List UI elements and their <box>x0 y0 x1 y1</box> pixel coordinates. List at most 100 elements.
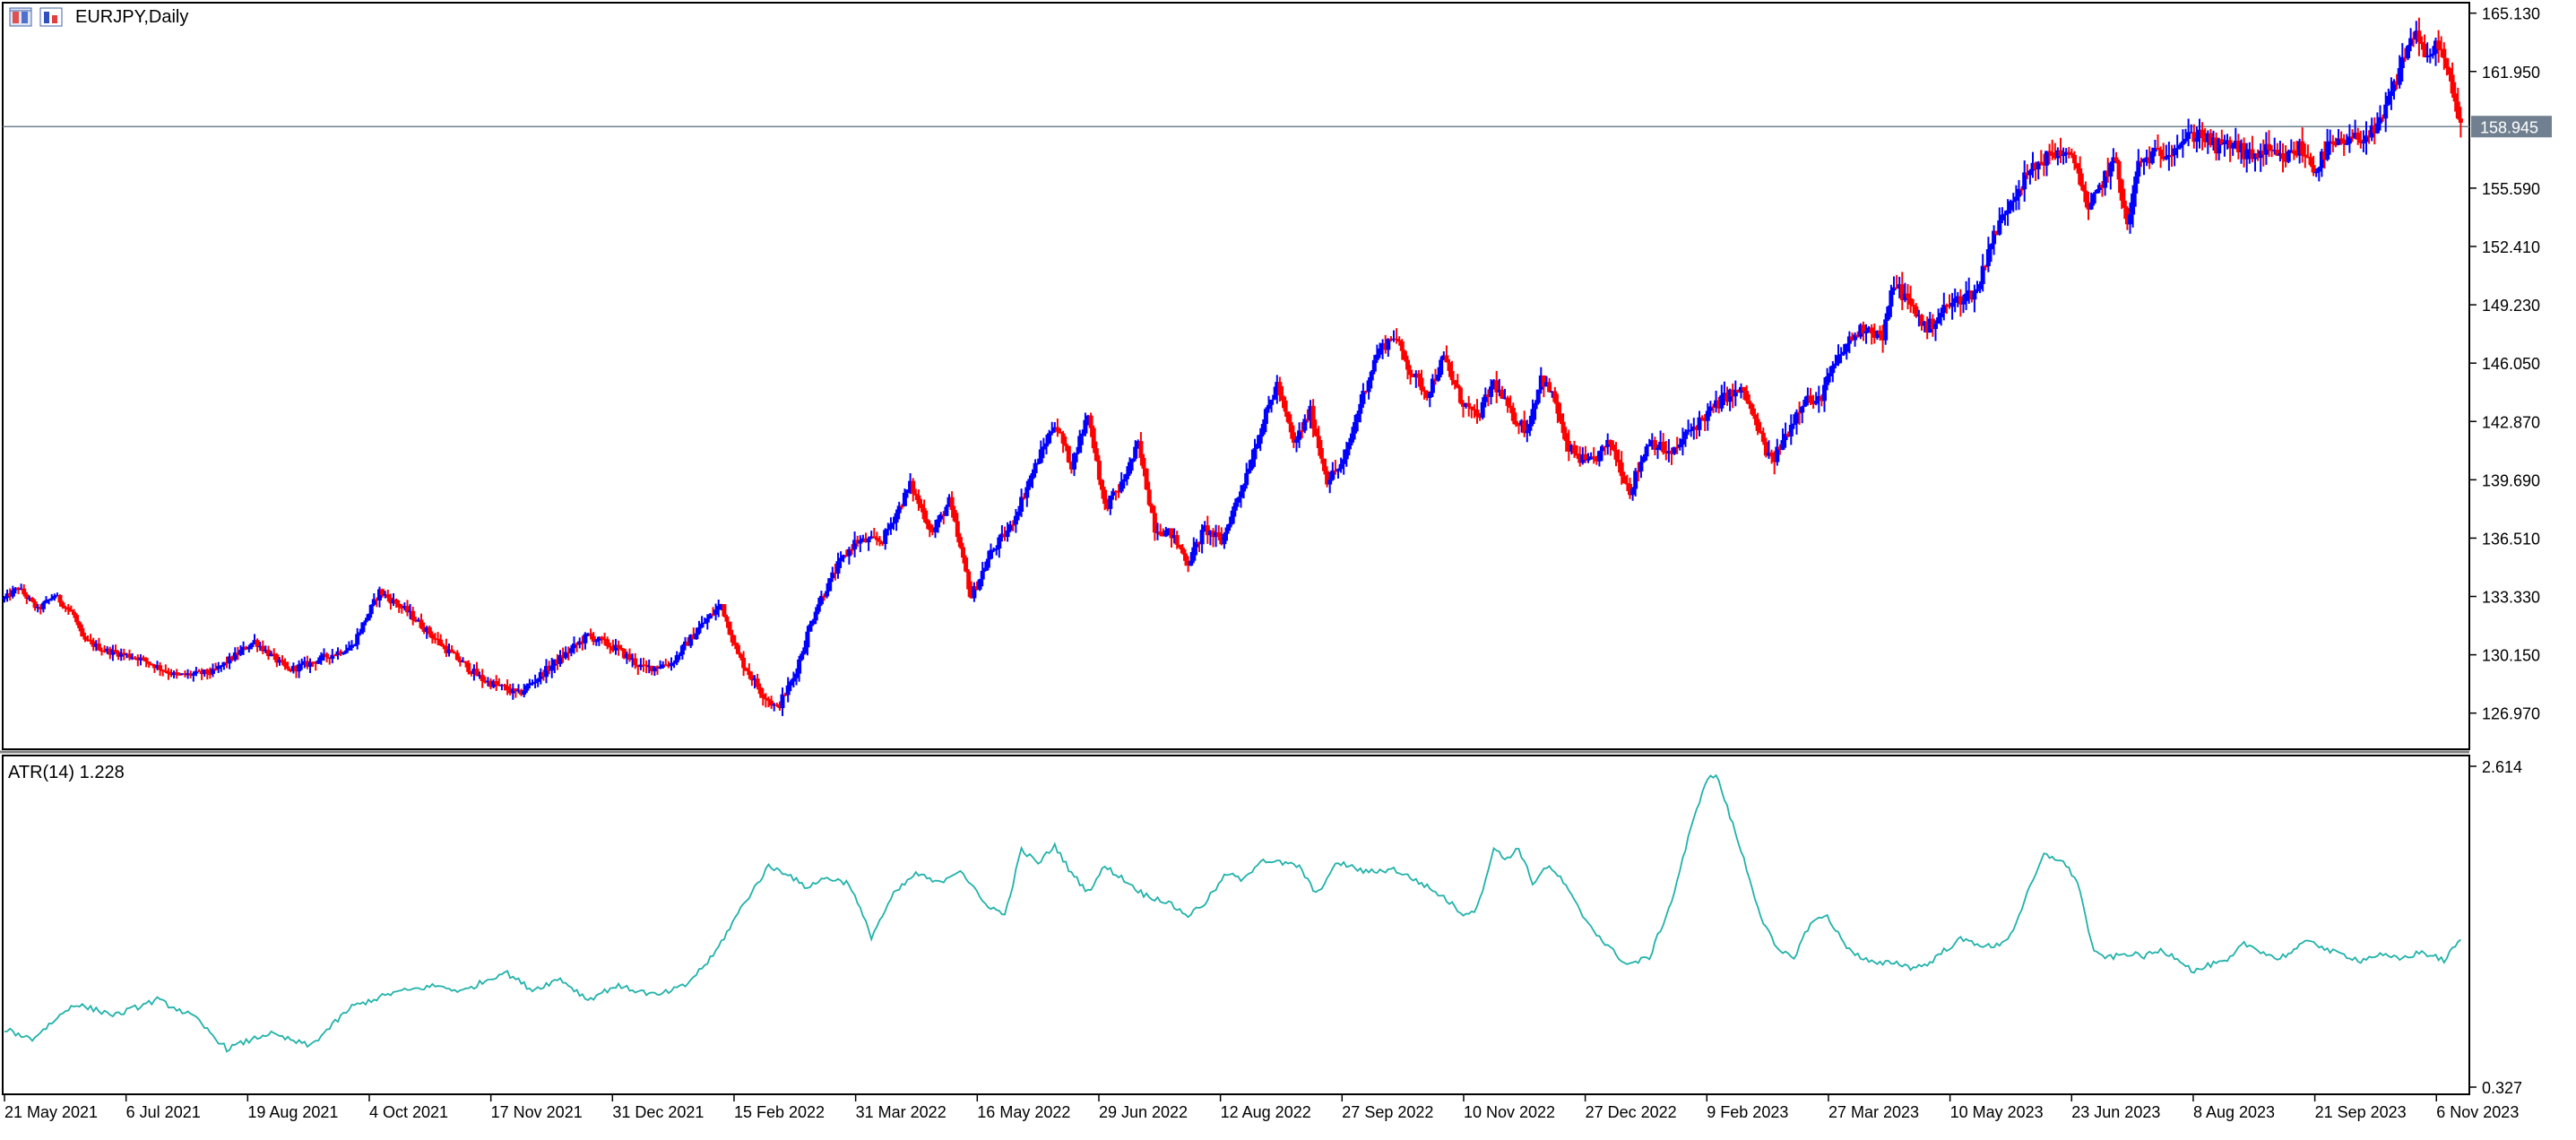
candle-body <box>1386 339 1391 350</box>
candle-body <box>1719 394 1725 409</box>
candle-body <box>1949 302 1955 307</box>
candle <box>174 669 179 679</box>
candle <box>2455 87 2460 120</box>
candle-body <box>2000 214 2005 220</box>
price-tick-label: 130.150 <box>2482 647 2540 665</box>
candle-body <box>888 523 894 530</box>
candle-body <box>246 646 252 650</box>
candle <box>2038 150 2044 166</box>
candle-body <box>989 549 993 559</box>
candle-body <box>1813 401 1819 404</box>
candle-body <box>2091 193 2096 203</box>
candle <box>1444 345 1449 363</box>
candle <box>1547 377 1552 393</box>
candle <box>227 652 232 669</box>
candle <box>2280 142 2286 173</box>
candle <box>338 649 343 657</box>
candle-body <box>1316 436 1321 448</box>
candle-body <box>1260 423 1266 435</box>
candle-body <box>2122 200 2127 208</box>
candle-body <box>674 655 679 663</box>
candle <box>52 593 57 601</box>
candle-body <box>480 675 485 682</box>
candle <box>1697 410 1702 436</box>
candle-body <box>1283 400 1288 412</box>
candle-body <box>438 639 444 646</box>
candle-body <box>2458 118 2463 123</box>
candle-body <box>466 662 471 672</box>
candle <box>216 661 221 673</box>
candle-body <box>2075 163 2080 168</box>
bid-price-label: 158.945 <box>2480 118 2538 136</box>
candle-body <box>877 540 882 542</box>
candle <box>1652 436 1657 456</box>
candle-body <box>2131 193 2136 215</box>
candle-body <box>1341 459 1346 464</box>
candle-body <box>1505 397 1510 406</box>
candle <box>1588 452 1594 460</box>
candle-body <box>1619 462 1624 477</box>
candle <box>1899 272 1905 311</box>
candle-body <box>679 645 685 655</box>
candle-body <box>2419 41 2425 44</box>
candle-body <box>1444 355 1449 363</box>
candle-body <box>1369 371 1374 381</box>
bid-line: 158.945 <box>3 116 2552 138</box>
candle-body <box>1180 548 1185 554</box>
candle <box>16 586 21 594</box>
candle-body <box>2230 144 2235 149</box>
atr-tick-label: 0.327 <box>2482 1079 2522 1097</box>
candle-body <box>1596 451 1602 462</box>
candle-body <box>1402 350 1407 360</box>
candle-body <box>1408 369 1413 376</box>
candle-body <box>1266 404 1271 410</box>
candle <box>1992 225 1997 255</box>
candle-body <box>1655 448 1660 450</box>
candle-body <box>1091 428 1096 449</box>
candle-body <box>1152 513 1157 533</box>
candle-body <box>780 694 785 709</box>
candle-body <box>1288 422 1293 433</box>
candle-body <box>1374 354 1379 360</box>
candle <box>1908 285 1914 314</box>
chart-window-icon[interactable] <box>9 7 32 27</box>
candle-body <box>1455 384 1460 388</box>
candle <box>510 683 515 700</box>
candle <box>1469 406 1474 419</box>
candle-body <box>113 650 118 652</box>
candle <box>405 600 410 617</box>
chart-properties-icon[interactable] <box>39 7 63 27</box>
candle-body <box>1638 462 1644 471</box>
candle <box>1628 478 1632 499</box>
candle-body <box>324 653 330 658</box>
candle-body <box>1405 359 1410 370</box>
candle <box>211 663 215 678</box>
candle-body <box>2308 157 2313 166</box>
candle-body <box>902 492 907 506</box>
candle-body <box>1530 409 1535 425</box>
candle-body <box>1616 459 1621 463</box>
candle <box>1808 387 1813 405</box>
chart-window[interactable]: 158.945 165.130 161.950 155.590 152.410 149.… <box>0 0 2576 1140</box>
candle-body <box>1013 515 1018 525</box>
candle-body <box>2061 154 2066 157</box>
candle-body <box>1199 530 1205 545</box>
candle-body <box>2447 67 2452 75</box>
candle <box>1964 281 1969 310</box>
candle-body <box>735 644 740 654</box>
candle-body <box>358 632 363 635</box>
candle-body <box>1975 289 1980 292</box>
candle <box>2156 134 2160 151</box>
candle <box>1689 423 1694 437</box>
candle-body <box>1508 405 1513 408</box>
candle-body <box>916 495 921 505</box>
candle <box>558 650 563 667</box>
candle-body <box>2108 162 2114 177</box>
chart-canvas[interactable]: 158.945 165.130 161.950 155.590 152.410 149.… <box>0 0 2576 1140</box>
candle-body <box>355 634 360 645</box>
candle-body <box>1158 531 1163 535</box>
candles-layer <box>2 17 2463 716</box>
candle-body <box>1989 244 1993 250</box>
candle-body <box>429 634 435 639</box>
candle-body <box>2072 154 2077 164</box>
